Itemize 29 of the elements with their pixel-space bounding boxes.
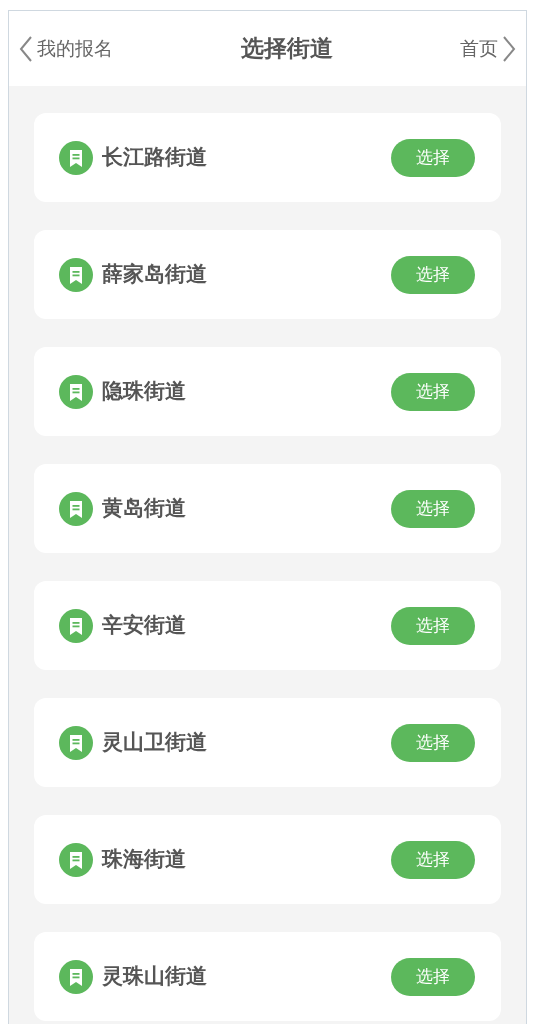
bookmark-icon — [59, 725, 93, 760]
select-button[interactable]: 选择 — [391, 255, 475, 294]
bookmark-icon — [59, 374, 93, 409]
page-title: 选择街道 — [240, 34, 333, 64]
back-link[interactable]: 我的报名 — [19, 34, 113, 63]
bookmark-icon — [59, 959, 93, 994]
street-name: 灵山卫街道 — [102, 728, 207, 756]
select-button[interactable]: 选择 — [391, 606, 475, 645]
select-button[interactable]: 选择 — [391, 957, 475, 996]
select-button[interactable]: 选择 — [391, 372, 475, 411]
bookmark-icon — [59, 257, 93, 292]
street-name: 辛安街道 — [102, 611, 186, 639]
select-button[interactable]: 选择 — [391, 138, 475, 177]
street-name: 长江路街道 — [102, 143, 207, 171]
bookmark-icon — [59, 140, 93, 175]
street-name: 灵珠山街道 — [102, 962, 207, 990]
bookmark-icon — [59, 491, 93, 526]
street-name: 珠海街道 — [102, 845, 186, 873]
select-button[interactable]: 选择 — [391, 723, 475, 762]
bookmark-icon — [59, 842, 93, 877]
street-name: 隐珠街道 — [102, 377, 186, 405]
chevron-right-icon — [502, 34, 516, 63]
home-link[interactable]: 首页 — [460, 34, 516, 63]
bookmark-icon — [59, 608, 93, 643]
select-button[interactable]: 选择 — [391, 489, 475, 528]
select-button[interactable]: 选择 — [391, 840, 475, 879]
street-name: 黄岛街道 — [102, 494, 186, 522]
street-name: 薛家岛街道 — [102, 260, 207, 288]
chevron-left-icon — [19, 34, 33, 63]
